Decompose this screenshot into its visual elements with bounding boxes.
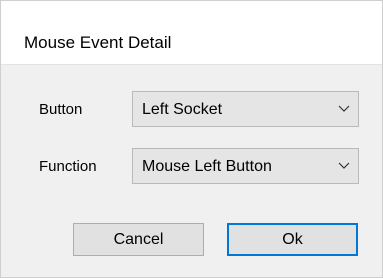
chevron-down-icon	[338, 162, 350, 169]
function-select-value: Mouse Left Button	[142, 158, 272, 175]
dialog-header: Mouse Event Detail	[1, 1, 382, 65]
button-field-label: Button	[39, 101, 83, 118]
chevron-down-icon	[338, 105, 350, 112]
button-select-value: Left Socket	[142, 101, 223, 118]
function-field-label: Function	[39, 158, 97, 175]
ok-button[interactable]: Ok	[227, 223, 358, 256]
cancel-button[interactable]: Cancel	[73, 223, 204, 256]
button-select[interactable]: Left Socket	[132, 91, 359, 127]
dialog-title: Mouse Event Detail	[24, 33, 172, 52]
function-select[interactable]: Mouse Left Button	[132, 148, 359, 184]
mouse-event-dialog: Mouse Event Detail Button Left Socket Fu…	[0, 0, 383, 278]
